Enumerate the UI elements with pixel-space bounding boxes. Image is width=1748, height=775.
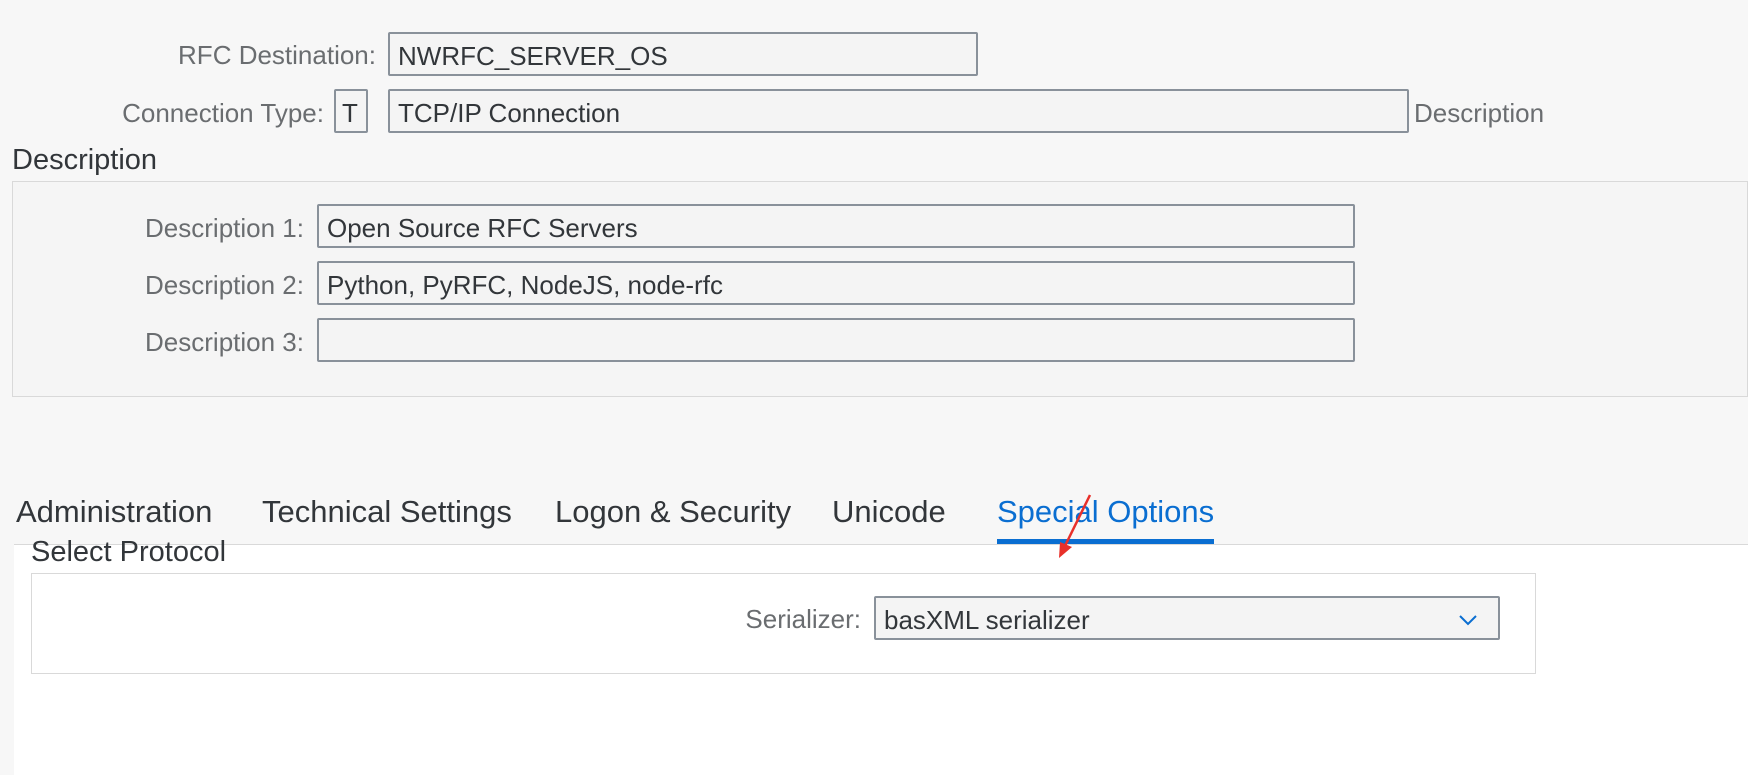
description-1-label: Description 1: [145, 213, 304, 243]
description-group-title: Description [12, 144, 158, 176]
connection-type-label: Connection Type: [122, 98, 324, 128]
tab-logon-security[interactable]: Logon & Security [555, 486, 791, 544]
description-2-label: Description 2: [145, 270, 304, 300]
tab-special-options[interactable]: Special Options [997, 486, 1215, 544]
select-protocol-title: Select Protocol [31, 536, 227, 568]
description-2-field[interactable]: Python, PyRFC, NodeJS, node-rfc [317, 261, 1355, 305]
description-1-field[interactable]: Open Source RFC Servers [317, 204, 1355, 248]
connection-type-trailing-label: Description [1414, 98, 1545, 128]
tab-technical-settings[interactable]: Technical Settings [262, 486, 512, 544]
rfc-destination-label: RFC Destination: [178, 40, 376, 70]
tab-bar: Administration Technical Settings Logon … [14, 486, 1748, 545]
connection-type-code-field[interactable]: T [334, 89, 368, 133]
annotation-arrow-icon [1059, 494, 1092, 558]
chevron-down-icon[interactable] [1456, 608, 1480, 632]
serializer-label: Serializer: [745, 604, 861, 634]
connection-type-description-field: TCP/IP Connection [388, 89, 1409, 133]
description-3-field[interactable] [317, 318, 1355, 362]
rfc-destination-field[interactable]: NWRFC_SERVER_OS [388, 32, 978, 76]
description-3-label: Description 3: [145, 327, 304, 357]
serializer-select[interactable]: basXML serializer [874, 596, 1500, 640]
serializer-select-value: basXML serializer [884, 605, 1090, 635]
tab-unicode[interactable]: Unicode [832, 486, 946, 544]
